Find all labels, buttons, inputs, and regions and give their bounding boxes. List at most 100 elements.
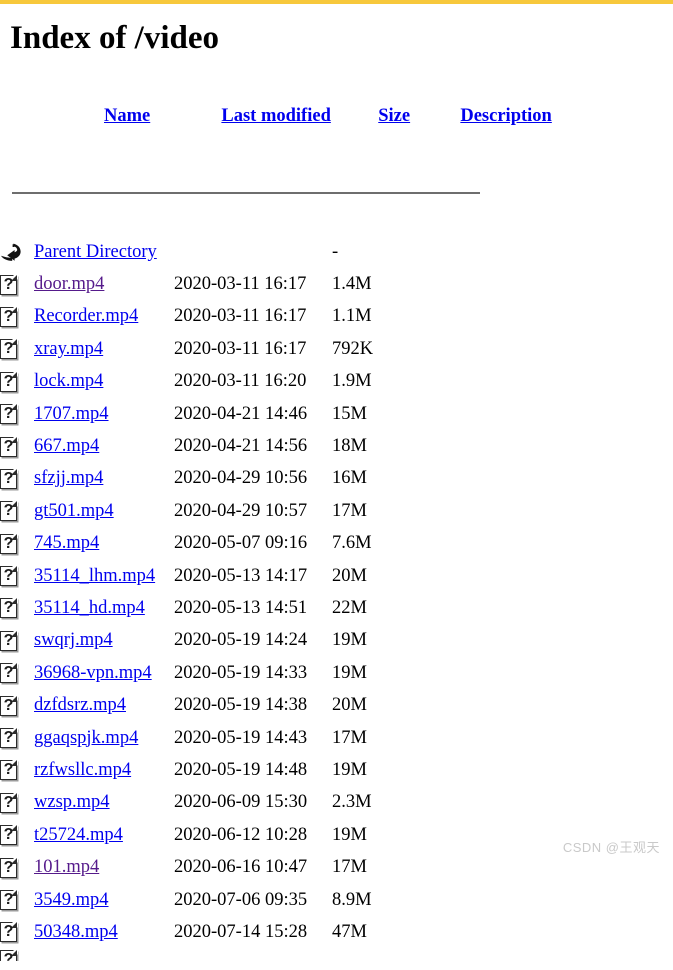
file-name-cell[interactable]: rzfwsllc.mp4: [34, 754, 174, 786]
table-row[interactable]: ggaqspjk.mp4 2020-05-19 14:43 17M: [0, 722, 552, 754]
file-description-cell: [410, 463, 552, 495]
file-name-cell[interactable]: swqrj.mp4: [34, 625, 174, 657]
file-name-cell[interactable]: t25724.mp4: [34, 819, 174, 851]
row-icon-cell: [0, 657, 34, 689]
file-name-cell[interactable]: 101.mp4: [34, 851, 174, 883]
file-name-cell[interactable]: gt501.mp4: [34, 495, 174, 527]
table-row[interactable]: Recorder.mp4 2020-03-11 16:17 1.1M: [0, 301, 552, 333]
file-link[interactable]: Recorder.mp4: [34, 306, 138, 326]
table-row[interactable]: [0, 948, 552, 970]
file-link[interactable]: 101.mp4: [34, 857, 99, 877]
row-icon-cell: [0, 398, 34, 430]
file-link[interactable]: rzfwsllc.mp4: [34, 760, 131, 780]
table-row[interactable]: door.mp4 2020-03-11 16:17 1.4M: [0, 268, 552, 300]
table-row[interactable]: xray.mp4 2020-03-11 16:17 792K: [0, 333, 552, 365]
parent-directory-row[interactable]: Parent Directory -: [0, 236, 552, 268]
file-name-cell[interactable]: Recorder.mp4: [34, 301, 174, 333]
file-name-cell[interactable]: xray.mp4: [34, 333, 174, 365]
unknown-file-icon: [0, 338, 20, 360]
file-name-cell[interactable]: dzfdsrz.mp4: [34, 689, 174, 721]
file-name-cell[interactable]: ggaqspjk.mp4: [34, 722, 174, 754]
column-header-last-modified[interactable]: Last modified: [174, 85, 332, 150]
file-name-cell[interactable]: 36968-vpn.mp4: [34, 657, 174, 689]
file-name-cell[interactable]: 50348.mp4: [34, 916, 174, 948]
file-link[interactable]: 1707.mp4: [34, 404, 109, 424]
file-last-modified-cell: 2020-06-12 10:28: [174, 824, 308, 845]
file-name-cell[interactable]: 667.mp4: [34, 430, 174, 462]
file-link[interactable]: dzfdsrz.mp4: [34, 695, 126, 715]
file-description-cell: [410, 657, 552, 689]
file-last-modified-cell: 2020-07-14 15:28: [174, 921, 308, 942]
sort-by-name-link[interactable]: Name: [104, 106, 150, 126]
table-row[interactable]: rzfwsllc.mp4 2020-05-19 14:48 19M: [0, 754, 552, 786]
table-row[interactable]: lock.mp4 2020-03-11 16:20 1.9M: [0, 366, 552, 398]
table-row[interactable]: 35114_hd.mp4 2020-05-13 14:51 22M: [0, 592, 552, 624]
file-name-cell[interactable]: sfzjj.mp4: [34, 463, 174, 495]
file-link[interactable]: 3549.mp4: [34, 890, 109, 910]
file-size-cell: [332, 949, 410, 970]
table-row[interactable]: 3549.mp4 2020-07-06 09:35 8.9M: [0, 884, 552, 916]
file-name-cell[interactable]: door.mp4: [34, 268, 174, 300]
file-link[interactable]: door.mp4: [34, 274, 104, 294]
file-last-modified-cell: 2020-05-19 14:38: [174, 695, 308, 716]
file-link[interactable]: t25724.mp4: [34, 825, 123, 845]
file-name-cell[interactable]: 35114_lhm.mp4: [34, 560, 174, 592]
table-header-row: Name Last modified Size Description: [0, 85, 552, 150]
file-last-modified-cell: 2020-05-13 14:51: [174, 597, 308, 618]
table-row[interactable]: 101.mp4 2020-06-16 10:47 17M: [0, 851, 552, 883]
row-icon-cell: [0, 592, 34, 624]
parent-directory-name-cell[interactable]: Parent Directory: [34, 236, 174, 268]
file-link[interactable]: 50348.mp4: [34, 922, 118, 942]
table-row[interactable]: 667.mp4 2020-04-21 14:56 18M: [0, 430, 552, 462]
file-link[interactable]: 36968-vpn.mp4: [34, 663, 152, 683]
table-row[interactable]: gt501.mp4 2020-04-29 10:57 17M: [0, 495, 552, 527]
file-name-cell[interactable]: 745.mp4: [34, 528, 174, 560]
file-link[interactable]: xray.mp4: [34, 339, 103, 359]
file-link[interactable]: lock.mp4: [34, 371, 103, 391]
file-link[interactable]: gt501.mp4: [34, 501, 114, 521]
file-size-cell: 19M: [332, 630, 367, 651]
sort-by-last-modified-link[interactable]: Last modified: [221, 106, 330, 126]
sort-by-size-link[interactable]: Size: [378, 106, 410, 126]
file-last-modified-cell: 2020-03-11 16:17: [174, 338, 307, 359]
file-name-cell[interactable]: 1707.mp4: [34, 398, 174, 430]
unknown-file-icon: [0, 695, 20, 717]
row-icon-cell: [0, 528, 34, 560]
file-description-cell: [410, 592, 552, 624]
table-row[interactable]: wzsp.mp4 2020-06-09 15:30 2.3M: [0, 787, 552, 819]
file-link[interactable]: sfzjj.mp4: [34, 468, 103, 488]
table-row[interactable]: sfzjj.mp4 2020-04-29 10:56 16M: [0, 463, 552, 495]
column-header-size[interactable]: Size: [332, 85, 410, 150]
file-name-cell[interactable]: 35114_hd.mp4: [34, 592, 174, 624]
file-last-modified-cell: 2020-05-07 09:16: [174, 533, 308, 554]
table-row[interactable]: dzfdsrz.mp4 2020-05-19 14:38 20M: [0, 689, 552, 721]
column-header-name[interactable]: Name: [34, 85, 174, 150]
file-link[interactable]: 35114_lhm.mp4: [34, 566, 155, 586]
file-link[interactable]: wzsp.mp4: [34, 792, 110, 812]
file-name-cell[interactable]: wzsp.mp4: [34, 787, 174, 819]
table-row[interactable]: swqrj.mp4 2020-05-19 14:24 19M: [0, 625, 552, 657]
file-name-cell[interactable]: lock.mp4: [34, 366, 174, 398]
table-row[interactable]: 50348.mp4 2020-07-14 15:28 47M: [0, 916, 552, 948]
table-row[interactable]: 36968-vpn.mp4 2020-05-19 14:33 19M: [0, 657, 552, 689]
file-link[interactable]: 35114_hd.mp4: [34, 598, 145, 618]
back-arrow-icon: [0, 241, 21, 263]
unknown-file-icon: [0, 889, 20, 911]
file-description-cell: [410, 268, 552, 300]
file-name-cell[interactable]: 3549.mp4: [34, 884, 174, 916]
file-name-cell[interactable]: [34, 949, 174, 970]
file-link[interactable]: 667.mp4: [34, 436, 99, 456]
table-row[interactable]: 35114_lhm.mp4 2020-05-13 14:17 20M: [0, 560, 552, 592]
file-link[interactable]: 745.mp4: [34, 533, 99, 553]
directory-listing-table: Name Last modified Size Description Pare…: [0, 85, 552, 970]
sort-by-description-link[interactable]: Description: [460, 106, 551, 126]
file-link[interactable]: ggaqspjk.mp4: [34, 728, 138, 748]
column-header-description[interactable]: Description: [410, 85, 551, 150]
table-row[interactable]: 1707.mp4 2020-04-21 14:46 15M: [0, 398, 552, 430]
table-row[interactable]: 745.mp4 2020-05-07 09:16 7.6M: [0, 528, 552, 560]
row-icon-cell: [0, 884, 34, 916]
file-size-cell: 1.4M: [332, 274, 372, 295]
table-row[interactable]: t25724.mp4 2020-06-12 10:28 19M: [0, 819, 552, 851]
file-link[interactable]: swqrj.mp4: [34, 630, 113, 650]
parent-directory-link[interactable]: Parent Directory: [34, 242, 157, 262]
